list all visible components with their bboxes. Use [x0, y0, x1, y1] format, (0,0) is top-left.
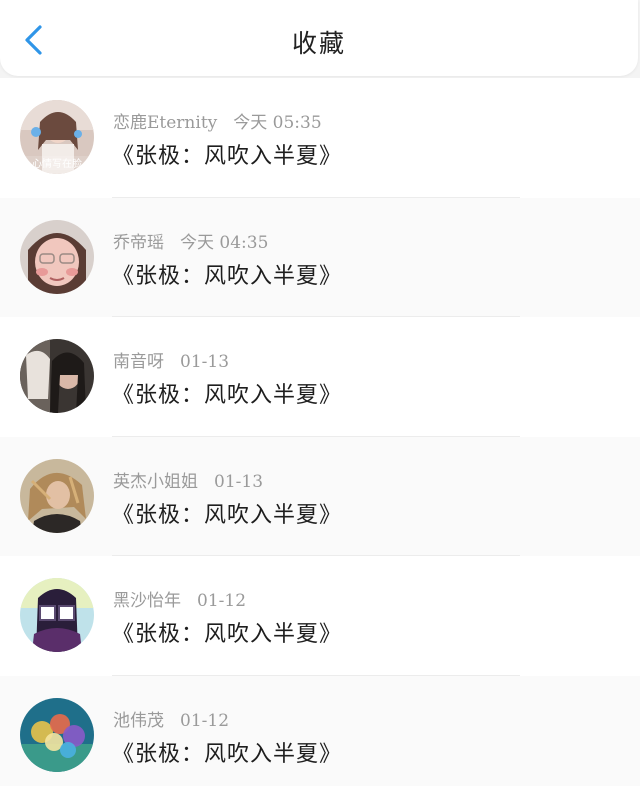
avatar[interactable]: 心情写在脸: [20, 100, 94, 174]
avatar[interactable]: [20, 458, 94, 533]
list-item[interactable]: 英杰小姐姐 01-13 《张极：风吹入半夏》: [0, 436, 640, 556]
item-meta: 池伟茂 01-12: [113, 706, 229, 731]
song-title[interactable]: 《张极：风吹入半夏》: [112, 497, 342, 529]
avatar[interactable]: [20, 578, 94, 652]
top-bar: 收藏: [0, 0, 638, 76]
timestamp: 01-12: [180, 710, 230, 731]
item-meta: 南音呀 01-13: [113, 347, 229, 372]
timestamp: 今天 05:35: [233, 113, 322, 133]
username: 乔帝瑶: [113, 232, 164, 253]
page-title: 收藏: [291, 29, 346, 58]
username: 黑沙怡年: [113, 591, 181, 611]
list-item[interactable]: 池伟茂 01-12 《张极：风吹入半夏》: [0, 675, 640, 786]
list-item[interactable]: 心情写在脸 恋鹿Eternity 今天 05:35 《张极：风吹入半夏》: [0, 78, 640, 198]
timestamp: 01-13: [180, 352, 230, 372]
avatar[interactable]: [20, 219, 94, 294]
username: 池伟茂: [113, 710, 164, 731]
item-meta: 英杰小姐姐 01-13: [113, 467, 263, 492]
list-item[interactable]: 黑沙怡年 01-12 《张极：风吹入半夏》: [0, 556, 640, 676]
list-item[interactable]: 乔帝瑶 今天 04:35 《张极：风吹入半夏》: [0, 197, 640, 317]
timestamp: 01-12: [197, 591, 247, 611]
timestamp: 01-13: [214, 471, 264, 492]
timestamp: 今天 04:35: [180, 232, 269, 253]
song-title[interactable]: 《张极：风吹入半夏》: [112, 616, 342, 648]
item-meta: 黑沙怡年 01-12: [113, 586, 246, 611]
song-title[interactable]: 《张极：风吹入半夏》: [112, 258, 342, 290]
song-title[interactable]: 《张极：风吹入半夏》: [112, 138, 342, 170]
username: 英杰小姐姐: [113, 471, 198, 492]
username: 南音呀: [113, 352, 164, 372]
list-item[interactable]: 南音呀 01-13 《张极：风吹入半夏》: [0, 317, 640, 437]
avatar-caption: 心情写在脸: [32, 157, 82, 170]
item-meta: 恋鹿Eternity 今天 05:35: [113, 108, 322, 133]
avatar[interactable]: [20, 339, 94, 413]
song-title[interactable]: 《张极：风吹入半夏》: [112, 736, 342, 768]
song-title[interactable]: 《张极：风吹入半夏》: [112, 377, 342, 409]
favorites-page: 收藏 心情写在脸 恋鹿Eternity 今天 05:35 《张极：风吹入半夏》 …: [0, 0, 640, 786]
favorites-list: 心情写在脸 恋鹿Eternity 今天 05:35 《张极：风吹入半夏》 乔帝瑶…: [0, 78, 640, 786]
item-meta: 乔帝瑶 今天 04:35: [113, 228, 268, 253]
avatar[interactable]: [20, 697, 94, 772]
username: 恋鹿Eternity: [113, 113, 218, 133]
